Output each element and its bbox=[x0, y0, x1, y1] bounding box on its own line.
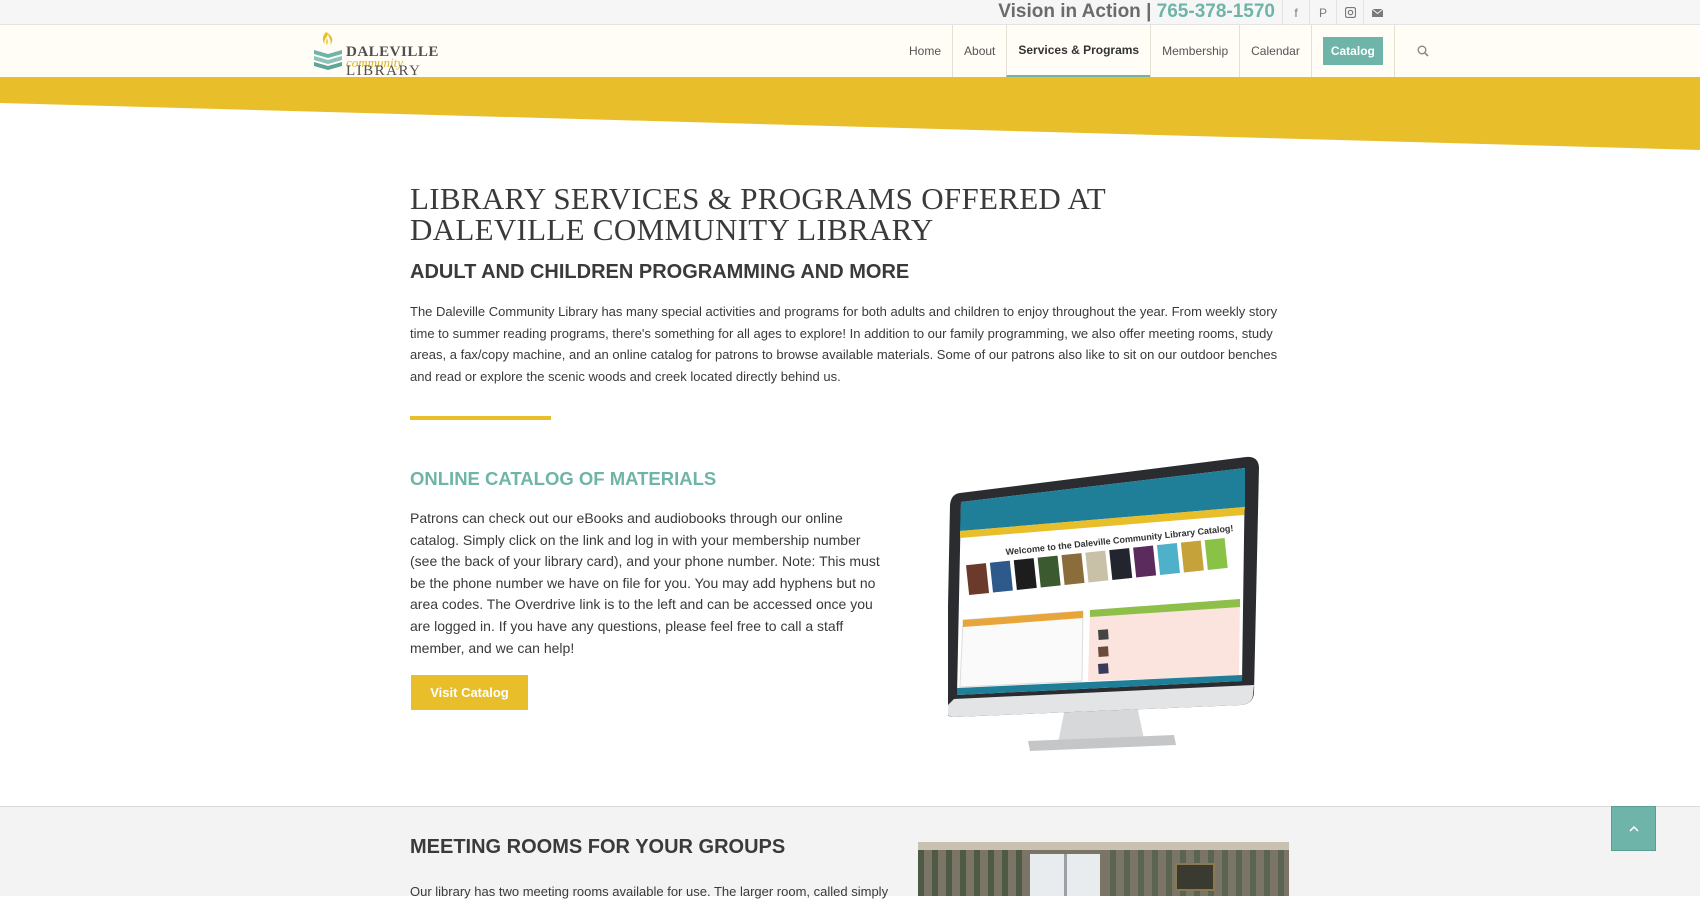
intro-paragraph: The Daleville Community Library has many… bbox=[410, 304, 1278, 384]
meeting-rooms-paragraph: Our library has two meeting rooms availa… bbox=[410, 884, 889, 899]
tagline-text: Vision in Action bbox=[998, 1, 1141, 22]
site-header: DALEVILLE community LIBRARY Home About S… bbox=[0, 25, 1700, 79]
gold-banner bbox=[0, 77, 1700, 150]
nav-about[interactable]: About bbox=[952, 25, 1006, 77]
pinterest-icon[interactable]: P bbox=[1309, 0, 1336, 25]
pinterest-glyph: P bbox=[1318, 5, 1327, 20]
scroll-to-top-button[interactable] bbox=[1611, 806, 1656, 851]
visit-catalog-button[interactable]: Visit Catalog bbox=[411, 675, 528, 710]
instagram-icon[interactable] bbox=[1336, 0, 1363, 25]
page-title: LIBRARY SERVICES & PROGRAMS OFFERED AT D… bbox=[410, 183, 1210, 245]
catalog-paragraph: Patrons can check out our eBooks and aud… bbox=[410, 510, 880, 656]
nav-home[interactable]: Home bbox=[898, 25, 952, 77]
mail-icon[interactable] bbox=[1363, 0, 1390, 25]
facebook-icon[interactable]: f bbox=[1282, 0, 1309, 25]
tagline: Vision in Action | 765-378-1570 bbox=[998, 1, 1275, 23]
catalog-monitor-image: Welcome to the Daleville Community Libra… bbox=[948, 456, 1259, 751]
tagline-separator: | bbox=[1146, 1, 1152, 22]
section-subtitle: ADULT AND CHILDREN PROGRAMMING AND MORE bbox=[410, 261, 910, 283]
page-title-line-1: LIBRARY SERVICES & PROGRAMS OFFERED AT bbox=[410, 181, 1106, 216]
site-logo[interactable]: DALEVILLE community LIBRARY bbox=[311, 30, 438, 79]
search-button[interactable] bbox=[1393, 25, 1441, 77]
meeting-room-photo bbox=[918, 842, 1289, 896]
top-bar: Vision in Action | 765-378-1570 f P bbox=[0, 0, 1700, 25]
social-links: f P bbox=[1282, 0, 1390, 25]
nav-catalog[interactable]: Catalog bbox=[1310, 25, 1394, 77]
nav-membership[interactable]: Membership bbox=[1150, 25, 1239, 77]
phone-number[interactable]: 765-378-1570 bbox=[1157, 1, 1275, 22]
nav-calendar[interactable]: Calendar bbox=[1239, 25, 1311, 77]
flame-book-logo-icon bbox=[314, 32, 342, 70]
catalog-heading: ONLINE CATALOG OF MATERIALS bbox=[410, 468, 717, 489]
nav-services-programs[interactable]: Services & Programs bbox=[1006, 25, 1151, 77]
search-icon bbox=[1417, 45, 1429, 57]
chevron-up-icon bbox=[1628, 825, 1639, 832]
section-divider bbox=[410, 416, 551, 420]
facebook-glyph: f bbox=[1294, 5, 1298, 20]
nav-catalog-label: Catalog bbox=[1322, 37, 1383, 65]
main-nav: Home About Services & Programs Membershi… bbox=[898, 25, 1441, 77]
page-title-line-2: DALEVILLE COMMUNITY LIBRARY bbox=[410, 212, 934, 247]
meeting-rooms-heading: MEETING ROOMS FOR YOUR GROUPS bbox=[410, 836, 786, 858]
